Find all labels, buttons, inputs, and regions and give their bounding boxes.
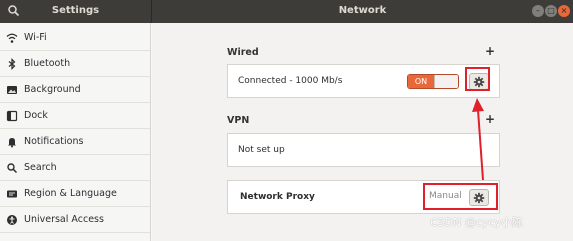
annotation-arrow bbox=[472, 98, 484, 181]
watermark: CSDN @cycy小陈 bbox=[430, 216, 523, 229]
